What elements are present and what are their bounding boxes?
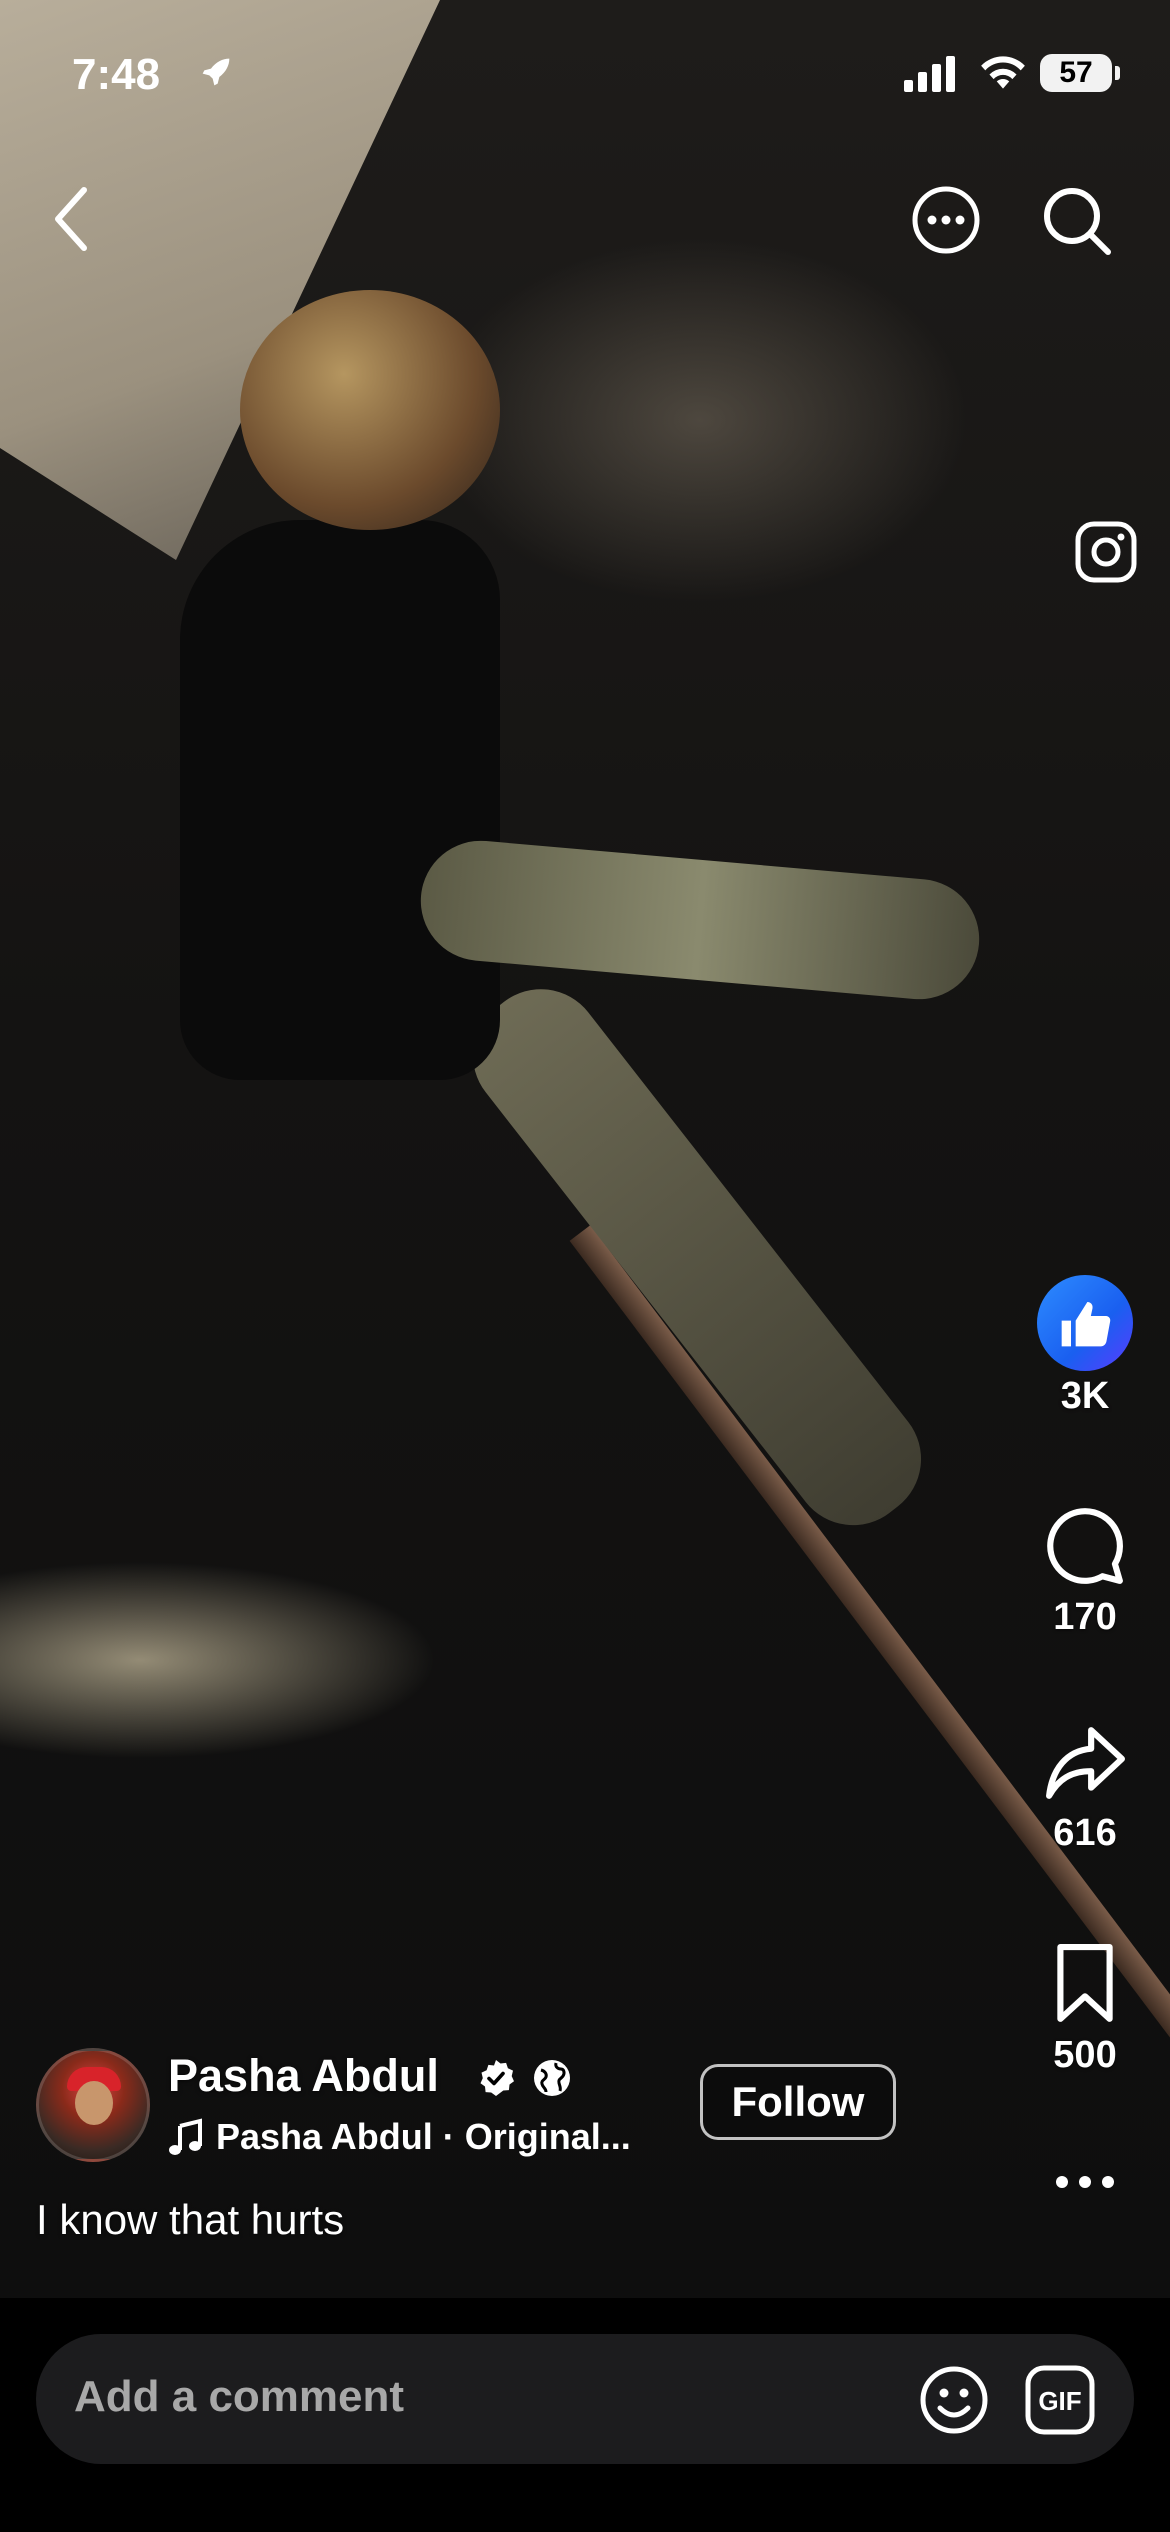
comment-icon [1047,1508,1123,1584]
rocket-icon [202,58,230,86]
svg-text:GIF: GIF [1038,2386,1081,2416]
bookmark-icon [1057,1944,1113,2022]
emoji-icon[interactable] [918,2364,990,2436]
wifi-icon [981,56,1025,89]
signal-icon [904,56,955,92]
comment-count: 170 [1053,1596,1117,1638]
save-button[interactable]: 500 [1030,1943,1140,2077]
comment-input[interactable]: Add a comment GIF [36,2334,1134,2464]
video-leg [448,964,946,1550]
instagram-icon[interactable] [1074,520,1138,584]
like-button[interactable]: 3K [1030,1275,1140,1418]
author-name[interactable]: Pasha Abdul [168,2050,439,2102]
search-icon[interactable] [1040,184,1114,258]
more-dots-icon[interactable] [1050,2166,1120,2198]
share-count: 616 [1053,1812,1117,1854]
battery-icon: 57 [1040,54,1120,92]
avatar[interactable] [36,2048,150,2162]
status-time: 7:48 [72,50,161,99]
audio-attribution[interactable]: Pasha Abdul · Original... [216,2116,631,2158]
reel-video[interactable] [0,0,1170,2298]
video-head [240,290,500,530]
comment-bar: Add a comment GIF [0,2298,1170,2532]
video-kicking-leg [415,835,985,1005]
music-note-icon [169,2118,202,2155]
globe-icon[interactable] [532,2058,572,2098]
post-caption[interactable]: I know that hurts [36,2196,344,2244]
back-icon[interactable] [48,184,94,254]
verified-icon [480,2060,514,2096]
more-icon[interactable] [910,184,982,256]
save-count: 500 [1053,2034,1117,2076]
share-icon [1046,1727,1125,1799]
share-button[interactable]: 616 [1030,1723,1140,1855]
like-count: 3K [1060,1375,1110,1417]
video-person [180,520,500,1080]
gif-icon[interactable]: GIF [1024,2364,1096,2436]
status-bar: 7:48 57 [0,40,1170,110]
comment-button[interactable]: 170 [1030,1505,1140,1639]
like-icon [1037,1275,1133,1371]
comment-placeholder: Add a comment [74,2372,405,2421]
follow-button[interactable]: Follow [700,2064,896,2140]
